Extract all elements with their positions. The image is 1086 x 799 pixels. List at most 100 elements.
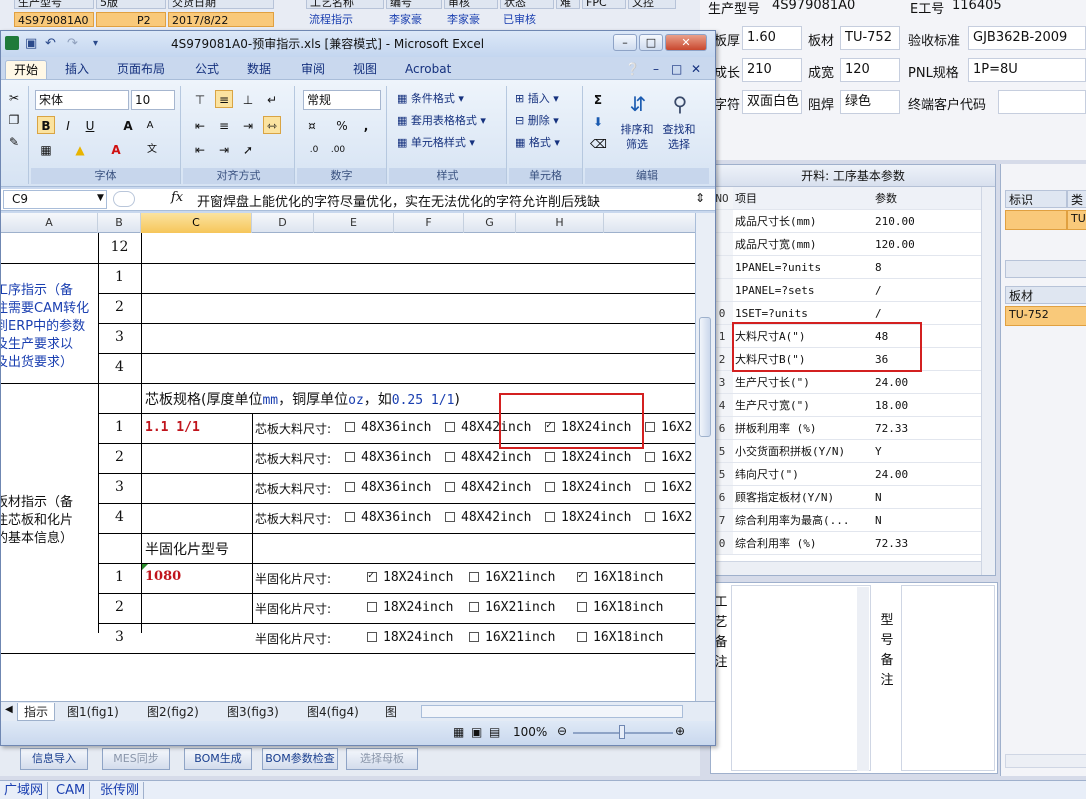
table-format-button[interactable]: ▦ 套用表格格式 ▾ [397,112,486,130]
prepreg-spec-cell[interactable]: 1080 [145,569,181,584]
checkbox[interactable] [577,602,587,612]
conditional-format-button[interactable]: ▦ 条件格式 ▾ [397,90,464,108]
core-size-option[interactable]: 18X24inch [545,480,631,495]
checkbox[interactable] [577,570,587,582]
sheet-tab-fig2[interactable]: 图2(fig2) [147,703,199,721]
align-center-icon[interactable]: ≡ [215,116,233,134]
zoom-out-button[interactable]: ⊖ [557,724,567,738]
font-size-select[interactable]: 10 [131,90,175,110]
redo-icon[interactable]: ↷ [67,31,78,57]
param-row[interactable]: 6 顾客指定板材(Y/N) N [711,486,981,509]
increase-indent-icon[interactable]: ⇥ [215,140,233,158]
align-top-icon[interactable]: ⊤ [191,90,209,108]
clear-icon[interactable]: ⌫ [589,134,607,152]
checkbox[interactable] [577,632,587,642]
tab-data[interactable]: 数据 [247,60,271,79]
align-bottom-icon[interactable]: ⊥ [239,90,257,108]
row-ver[interactable]: P2 [96,12,166,27]
param-row[interactable]: 5 小交货面积拼板(Y/N) Y [711,440,981,463]
param-row[interactable]: 5 纬向尺寸(") 24.00 [711,463,981,486]
core-size-option[interactable]: 16X2 [645,420,692,435]
core-size-option[interactable]: 16X2 [645,450,692,465]
decrease-decimal-icon[interactable]: .00 [329,140,347,158]
core-size-option[interactable]: 48X36inch [345,510,431,525]
currency-icon[interactable]: ¤ [303,116,321,134]
delete-cells-button[interactable]: ⊟ 删除 ▾ [515,112,559,130]
formula-expand-icon[interactable]: ⇕ [695,191,705,205]
checkbox[interactable] [345,422,355,432]
name-box-dropdown-icon[interactable]: ▼ [97,193,104,203]
column-header-f[interactable]: F [394,213,464,233]
checkbox[interactable] [445,452,455,462]
comma-icon[interactable]: , [357,116,375,134]
tab-acrobat[interactable]: Acrobat [405,60,451,79]
minimize-button[interactable]: – [613,34,637,51]
info-import-button[interactable]: 信息导入 [20,748,88,770]
copy-icon[interactable]: ❐ [5,110,23,128]
checkbox[interactable] [545,482,555,492]
checkbox[interactable] [367,632,377,642]
find-select-button[interactable]: 查找和选择 [659,122,699,152]
param-row[interactable]: 成品尺寸长(mm) 210.00 [711,210,981,233]
column-header-c[interactable]: C [141,213,252,233]
checkbox[interactable] [545,512,555,522]
side-hscroll[interactable] [1005,754,1086,768]
core-size-option[interactable]: 48X42inch [445,480,531,495]
flow-row-name[interactable]: 流程指示 [306,12,384,27]
page-layout-view-icon[interactable]: ▣ [471,725,482,739]
mes-sync-button[interactable]: MES同步 [102,748,170,770]
prepreg-size-option[interactable]: 16X21inch [469,600,555,615]
column-header-e[interactable]: E [314,213,394,233]
prepreg-size-option[interactable]: 16X18inch [577,600,663,615]
mask-field[interactable]: 绿色 [840,90,900,114]
column-header-g[interactable]: G [464,213,516,233]
zoom-in-button[interactable]: ⊕ [675,724,685,738]
checkbox[interactable] [645,512,655,522]
flow-row-state[interactable]: 已审核 [500,12,554,27]
core-size-option[interactable]: 48X42inch [445,510,531,525]
vertical-scroll-thumb[interactable] [699,317,711,437]
flow-row-no[interactable]: 李家豪 [386,12,442,27]
checkbox[interactable] [645,422,655,432]
normal-view-icon[interactable]: ▦ [453,725,464,739]
column-header-h[interactable]: H [516,213,604,233]
char-field[interactable]: 双面白色 [742,90,802,114]
type-row[interactable]: TU- [1067,210,1086,230]
checkbox[interactable] [345,512,355,522]
worksheet-grid[interactable]: A B C D E F G H 12 1 2 3 4 工序指示（备 注需要CAM转化 到ERP… [1,213,695,701]
percent-icon[interactable]: % [333,116,351,134]
checkbox[interactable] [367,570,377,582]
checkbox[interactable] [445,512,455,522]
row-model[interactable]: 4S979081A0 [14,12,94,27]
prepreg-size-option[interactable]: 16X21inch [469,570,555,585]
cust-field[interactable] [998,90,1086,114]
merge-center-icon[interactable]: ⇿ [263,116,281,134]
param-row[interactable]: 4 生产尺寸宽(") 18.00 [711,394,981,417]
param-vscroll[interactable] [981,187,995,575]
font-color-icon[interactable]: A [107,140,125,158]
select-mother-board-button[interactable]: 选择母板 [346,748,418,770]
sheet-tab-fig4[interactable]: 图4(fig4) [307,703,359,721]
sheet-tab-fig3[interactable]: 图3(fig3) [227,703,279,721]
checkbox[interactable] [345,452,355,462]
decrease-indent-icon[interactable]: ⇤ [191,140,209,158]
core-size-option[interactable]: 48X42inch [445,450,531,465]
wid-field[interactable]: 120 [840,58,900,82]
pnl-field[interactable]: 1P=8U [968,58,1086,82]
prepreg-size-option[interactable]: 18X24inch [367,600,453,615]
checkbox[interactable] [469,602,479,612]
model-remark-box[interactable] [901,585,995,771]
column-header-d[interactable]: D [252,213,314,233]
core-size-option[interactable]: 18X24inch [545,450,631,465]
underline-button[interactable]: U [81,116,99,134]
core-size-option[interactable]: 16X2 [645,480,692,495]
help-icon[interactable]: ❔ [625,60,640,79]
param-row[interactable]: 6 拼板利用率 (%) 72.33 [711,417,981,440]
tab-review[interactable]: 审阅 [301,60,325,79]
page-break-view-icon[interactable]: ▤ [489,725,500,739]
excel-app-icon[interactable] [5,36,19,50]
zoom-slider-thumb[interactable] [619,725,625,739]
name-box[interactable]: C9 [3,190,107,209]
process-remark-box[interactable] [731,585,871,771]
align-middle-icon[interactable]: ≡ [215,90,233,108]
